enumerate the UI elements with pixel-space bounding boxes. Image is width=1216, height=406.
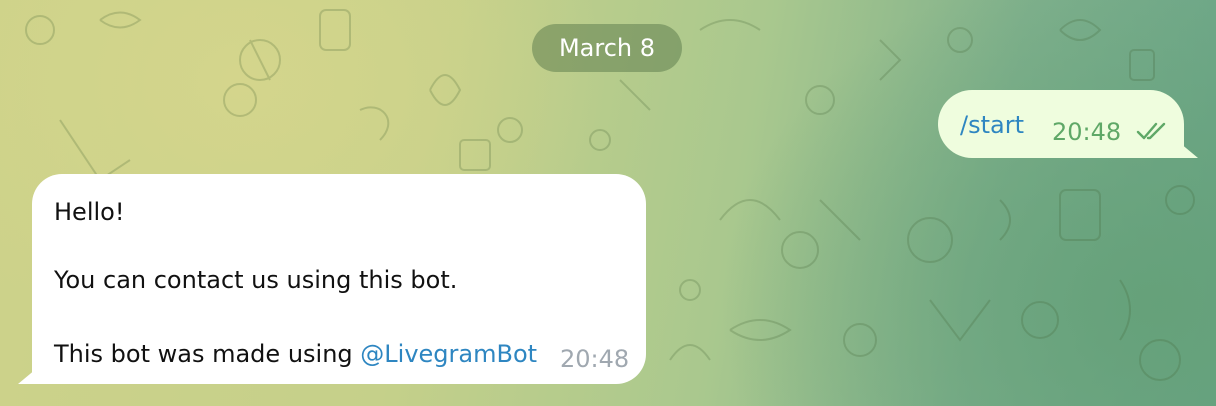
double-check-icon bbox=[1136, 122, 1166, 140]
incoming-message-time: 20:48 bbox=[560, 345, 630, 373]
date-separator: March 8 bbox=[532, 24, 682, 72]
mention-link[interactable]: @LivegramBot bbox=[360, 340, 537, 368]
date-label: March 8 bbox=[558, 34, 656, 62]
message-body: You can contact us using this bot. bbox=[54, 266, 458, 294]
incoming-message-bubble[interactable]: Hello! You can contact us using this bot… bbox=[18, 174, 646, 384]
outgoing-message-bubble[interactable]: /start 20:48 bbox=[938, 90, 1198, 158]
message-footer: This bot was made using @LivegramBot bbox=[54, 336, 537, 372]
outgoing-message-text[interactable]: /start bbox=[960, 107, 1024, 143]
outgoing-message-time: 20:48 bbox=[1052, 118, 1122, 146]
message-greeting: Hello! bbox=[54, 198, 125, 226]
message-footer-prefix: This bot was made using bbox=[54, 340, 361, 368]
